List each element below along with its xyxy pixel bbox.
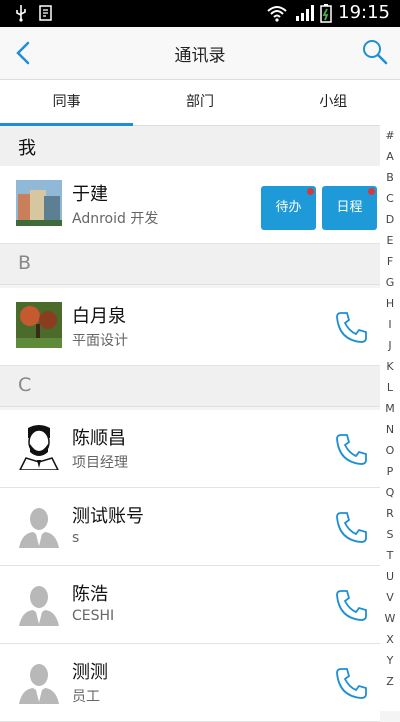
index-letter[interactable]: X: [380, 629, 400, 650]
contact-row[interactable]: 测测 员工: [0, 644, 380, 722]
index-letter[interactable]: C: [380, 188, 400, 209]
index-letter[interactable]: W: [380, 608, 400, 629]
notification-dot: [307, 188, 314, 195]
phone-icon[interactable]: [332, 430, 370, 468]
page-title: 通讯录: [174, 46, 226, 66]
contact-row[interactable]: 白月泉 平面设计: [0, 288, 380, 366]
usb-icon: [16, 5, 26, 22]
contact-row[interactable]: 测试账号 s: [0, 488, 380, 566]
alphabet-index[interactable]: # A B C D E F G H I J K L M N O P Q R S T U V W X Y Z: [380, 125, 400, 711]
app-header: 通讯录: [0, 27, 400, 80]
index-letter[interactable]: I: [380, 314, 400, 335]
index-letter[interactable]: R: [380, 503, 400, 524]
index-letter[interactable]: D: [380, 209, 400, 230]
contact-row[interactable]: 陈顺昌 项目经理: [0, 410, 380, 488]
avatar: [16, 180, 62, 226]
section-label: 我: [18, 138, 36, 159]
index-letter[interactable]: K: [380, 356, 400, 377]
index-letter[interactable]: B: [380, 167, 400, 188]
index-letter[interactable]: O: [380, 440, 400, 461]
contact-name: 白月泉: [72, 306, 126, 327]
tab-departments[interactable]: 部门: [133, 80, 266, 125]
index-letter[interactable]: S: [380, 524, 400, 545]
schedule-label: 日程: [336, 200, 363, 215]
phone-icon[interactable]: [332, 308, 370, 346]
index-letter[interactable]: Z: [380, 671, 400, 692]
phone-icon[interactable]: [332, 586, 370, 624]
avatar: [16, 302, 62, 348]
index-letter[interactable]: G: [380, 272, 400, 293]
tab-groups[interactable]: 小组: [267, 80, 400, 125]
section-header-b: B: [0, 244, 380, 285]
avatar: [16, 580, 62, 626]
contact-role: Adnroid 开发: [72, 211, 159, 227]
contact-name: 测测: [72, 662, 108, 683]
contact-name: 陈浩: [72, 584, 108, 605]
phone-icon[interactable]: [332, 664, 370, 702]
contact-name: 于建: [72, 184, 108, 205]
index-letter[interactable]: J: [380, 335, 400, 356]
contact-row[interactable]: 于建 Adnroid 开发 待办 日程: [0, 166, 380, 244]
contact-role: 项目经理: [72, 455, 128, 471]
section-header-me: 我: [0, 126, 380, 167]
index-letter[interactable]: A: [380, 146, 400, 167]
status-time: 19:15: [338, 2, 390, 23]
avatar: [16, 502, 62, 548]
contact-name: 测试账号: [72, 506, 144, 527]
index-letter[interactable]: M: [380, 398, 400, 419]
index-letter[interactable]: U: [380, 566, 400, 587]
contact-role: 平面设计: [72, 333, 128, 349]
schedule-button[interactable]: 日程: [322, 186, 377, 230]
index-letter[interactable]: Q: [380, 482, 400, 503]
sd-card-icon: [39, 5, 52, 21]
phone-icon[interactable]: [332, 508, 370, 546]
tab-bar: 同事 部门 小组: [0, 80, 400, 126]
todo-label: 待办: [275, 200, 302, 215]
index-letter[interactable]: P: [380, 461, 400, 482]
todo-button[interactable]: 待办: [261, 186, 316, 230]
index-letter[interactable]: F: [380, 251, 400, 272]
battery-icon: [320, 3, 332, 23]
section-label: B: [18, 252, 32, 274]
notification-dot: [368, 188, 375, 195]
index-letter[interactable]: L: [380, 377, 400, 398]
section-header-c: C: [0, 366, 380, 407]
contact-row[interactable]: 陈浩 CESHI: [0, 566, 380, 644]
index-letter[interactable]: N: [380, 419, 400, 440]
contact-name: 陈顺昌: [72, 428, 126, 449]
contact-role: s: [72, 530, 80, 546]
section-label: C: [18, 374, 32, 396]
signal-icon: [296, 4, 315, 21]
tab-colleagues[interactable]: 同事: [0, 80, 134, 126]
index-letter[interactable]: Y: [380, 650, 400, 671]
wifi-icon: [267, 5, 287, 22]
index-letter[interactable]: T: [380, 545, 400, 566]
contact-role: 员工: [72, 689, 100, 705]
status-bar: 19:15: [0, 0, 400, 27]
index-letter[interactable]: V: [380, 587, 400, 608]
index-letter[interactable]: H: [380, 293, 400, 314]
avatar: [16, 658, 62, 704]
index-letter[interactable]: #: [380, 125, 400, 146]
index-letter[interactable]: E: [380, 230, 400, 251]
contact-role: CESHI: [72, 608, 115, 624]
avatar: [16, 424, 62, 470]
search-icon[interactable]: [360, 37, 390, 67]
